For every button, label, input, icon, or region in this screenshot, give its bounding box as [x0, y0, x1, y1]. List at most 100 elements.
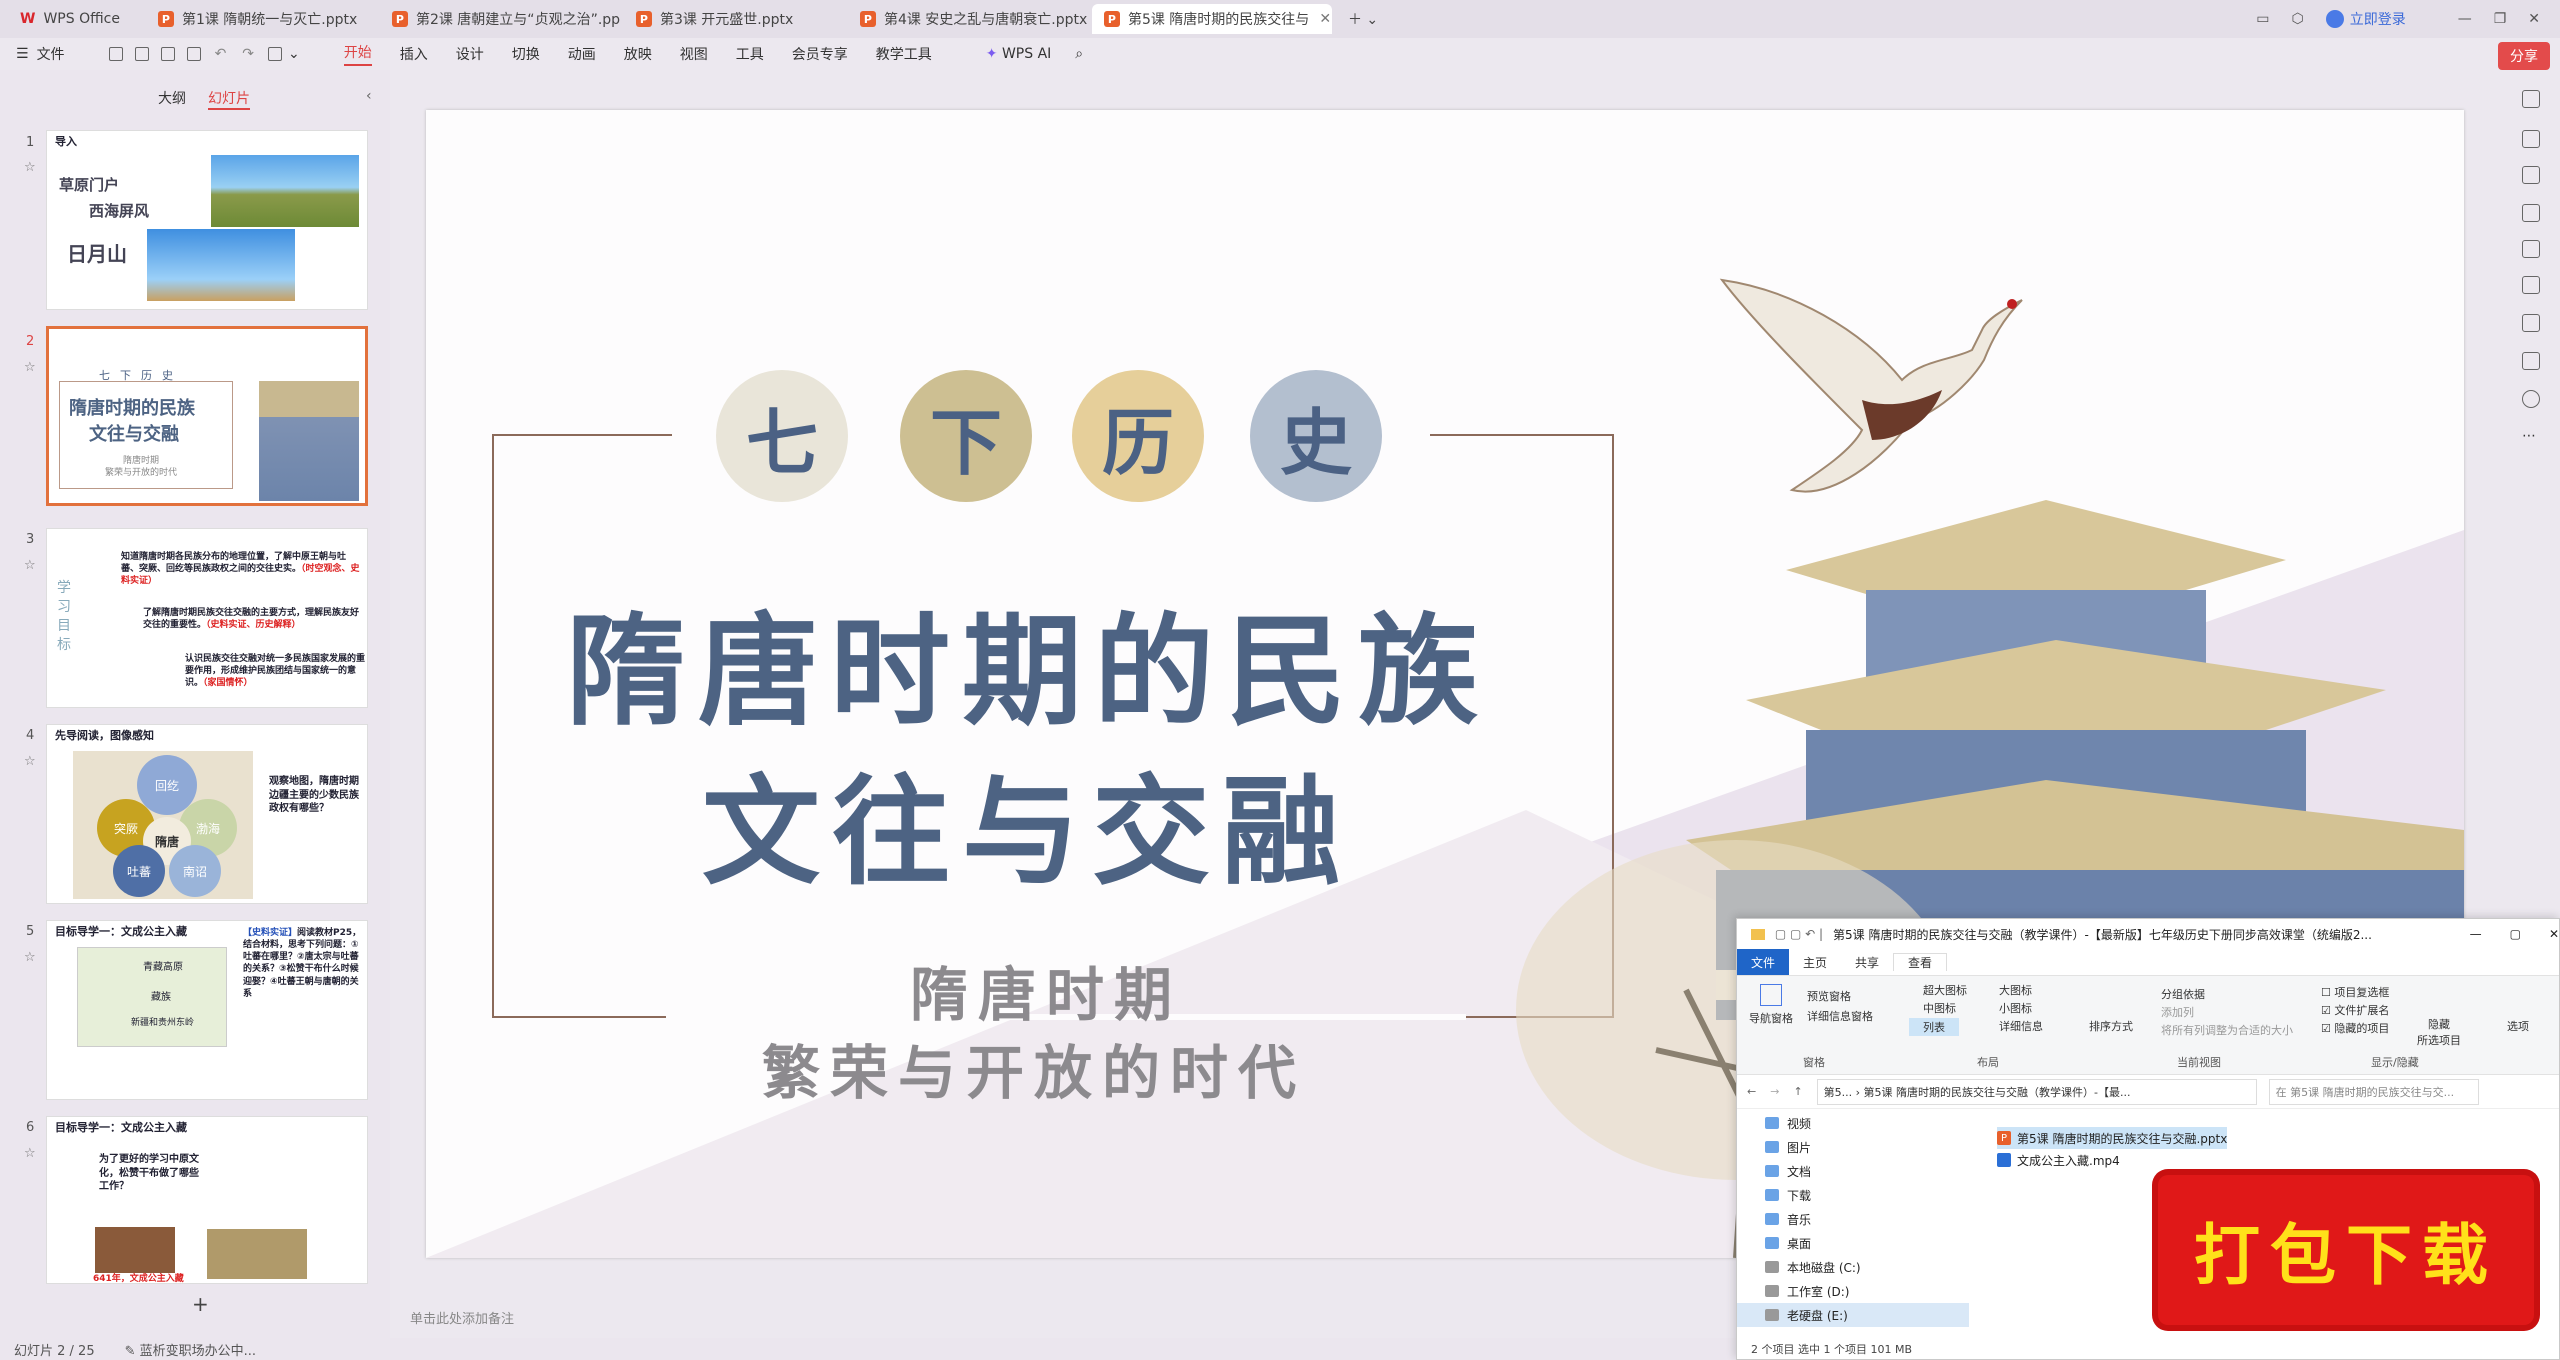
helper-status[interactable]: ✎ 蓝析变职场办公中...	[125, 1340, 256, 1359]
minimize-icon[interactable]: —	[2458, 11, 2472, 27]
minimize-icon[interactable]: —	[2470, 927, 2482, 941]
close-window-icon[interactable]: ✕	[2549, 927, 2559, 941]
tree-item-drive-d[interactable]: 工作室 (D:)	[1737, 1279, 1969, 1303]
tab-lesson-4[interactable]: P 第4课 安史之乱与唐朝衰亡.pptx	[848, 4, 1088, 34]
extension-checkbox[interactable]: ☑ 文件扩展名	[2321, 1002, 2389, 1018]
add-slide-button[interactable]: +	[192, 1292, 209, 1316]
maximize-icon[interactable]: ❐	[2494, 11, 2507, 27]
sort-button[interactable]: 排序方式	[2089, 1018, 2133, 1034]
explorer-view-menu[interactable]: 查看	[1893, 953, 1948, 971]
nav-pane-button[interactable]: 导航窗格	[1745, 984, 1797, 1026]
item-checkbox[interactable]: ☐ 项目复选框	[2321, 984, 2389, 1000]
preview-icon[interactable]	[186, 47, 201, 61]
slide-thumbnail-4[interactable]: 先导阅读，图像感知 回纥 突厥 渤海 隋唐 吐蕃 南诏 观察地图，隋唐时期边疆主…	[46, 724, 368, 904]
tree-item-pictures[interactable]: 图片	[1737, 1135, 1969, 1159]
star-icon[interactable]: ☆	[24, 558, 36, 573]
tree-item-documents[interactable]: 文档	[1737, 1159, 1969, 1183]
layout-extra-large[interactable]: 超大图标	[1923, 982, 1967, 998]
menu-transition[interactable]: 切换	[512, 44, 540, 64]
search-box[interactable]: 在 第5课 隋唐时期的民族交往与交...	[2268, 1078, 2479, 1105]
slide-thumbnail-1[interactable]: 导入 草原门户 西海屏风 日月山	[46, 130, 368, 310]
menu-teaching[interactable]: 教学工具	[876, 44, 932, 64]
tab-lesson-2[interactable]: P 第2课 唐朝建立与“贞观之治”.pptx	[380, 4, 620, 34]
share-icon[interactable]	[2522, 352, 2540, 370]
slide-thumbnail-5[interactable]: 目标导学一：文成公主入藏 青藏高原 藏族 新疆和贵州东岭 【史料实证】阅读教材P…	[46, 920, 368, 1100]
star-icon[interactable]: ☆	[24, 950, 36, 965]
share-button[interactable]: 分享	[2498, 42, 2550, 70]
format-icon[interactable]	[268, 47, 283, 61]
maximize-icon[interactable]: ▢	[2510, 927, 2521, 941]
magic-icon[interactable]	[2522, 240, 2540, 258]
tab-outline[interactable]: 大纲	[158, 88, 186, 110]
group-by-button[interactable]: 分组依据	[2161, 986, 2205, 1002]
preview-pane-button[interactable]: 预览窗格	[1807, 988, 1851, 1004]
layout-list[interactable]: 列表	[1909, 1018, 1959, 1036]
back-icon[interactable]: ←	[1747, 1085, 1756, 1098]
download-badge[interactable]: 打包下载	[2158, 1175, 2534, 1325]
tree-item-drive-c[interactable]: 本地磁盘 (C:)	[1737, 1255, 1969, 1279]
tab-lesson-5[interactable]: P 第5课 隋唐时期的民族交往与 ✕	[1091, 4, 1332, 34]
cube-icon[interactable]: ⬡	[2291, 11, 2303, 27]
menu-view[interactable]: 视图	[680, 44, 708, 64]
menu-animation[interactable]: 动画	[568, 44, 596, 64]
redo-icon[interactable]: ↷	[242, 46, 254, 62]
save-icon[interactable]	[108, 47, 123, 61]
explorer-share-menu[interactable]: 共享	[1841, 954, 1893, 971]
menu-member[interactable]: 会员专享	[792, 44, 848, 64]
up-icon[interactable]: ↑	[1793, 1085, 1802, 1098]
menu-insert[interactable]: 插入	[400, 44, 428, 64]
close-icon[interactable]: ✕	[1319, 11, 1331, 27]
add-column-button[interactable]: 添加列	[2161, 1004, 2194, 1020]
layout-large[interactable]: 大图标	[1999, 982, 2032, 998]
star-icon[interactable]: ☆	[24, 160, 36, 175]
login-button[interactable]: 立即登录	[2325, 9, 2406, 29]
layout-details[interactable]: 详细信息	[1999, 1018, 2043, 1034]
details-pane-button[interactable]: 详细信息窗格	[1807, 1008, 1873, 1024]
quick-access-icons[interactable]: ▢ ▢ ↶ |	[1775, 927, 1823, 941]
star-icon[interactable]: ☆	[24, 1146, 36, 1161]
close-window-icon[interactable]: ✕	[2528, 11, 2540, 27]
slide-thumbnail-3[interactable]: 学习目标 知道隋唐时期各民族分布的地理位置，了解中原王朝与吐蕃、突厥、回纥等民族…	[46, 528, 368, 708]
layout-small[interactable]: 小图标	[1999, 1000, 2032, 1016]
slide-thumbnail-6[interactable]: 目标导学一：文成公主入藏 为了更好的学习中原文化，松赞干布做了哪些工作？ 641…	[46, 1116, 368, 1284]
address-bar[interactable]: 第5... › 第5课 隋唐时期的民族交往与交融（教学课件）-【最...	[1816, 1078, 2257, 1105]
file-item[interactable]: 文成公主入藏.mp4	[1997, 1149, 2227, 1171]
file-menu[interactable]: 文件	[37, 44, 65, 64]
menu-slideshow[interactable]: 放映	[624, 44, 652, 64]
tree-item-videos[interactable]: 视频	[1737, 1111, 1969, 1135]
new-tab-button[interactable]: ＋ ⌄	[1336, 4, 1390, 34]
menu-tools[interactable]: 工具	[736, 44, 764, 64]
file-item[interactable]: P 第5课 隋唐时期的民族交往与交融.pptx	[1997, 1127, 2228, 1149]
tree-item-desktop[interactable]: 桌面	[1737, 1231, 1969, 1255]
tab-lesson-3[interactable]: P 第3课 开元盛世.pptx	[624, 4, 844, 34]
layout-icon[interactable]: ▭	[2256, 11, 2269, 27]
export-icon[interactable]	[134, 47, 149, 61]
help-icon[interactable]	[2522, 390, 2540, 408]
fit-columns-button[interactable]: 将所有列调整为合适的大小	[2161, 1022, 2293, 1038]
copy-icon[interactable]	[2522, 204, 2540, 222]
tree-item-drive-e[interactable]: 老硬盘 (E:)	[1737, 1303, 1969, 1327]
collapse-panel-icon[interactable]: ‹	[366, 88, 372, 104]
menu-design[interactable]: 设计	[456, 44, 484, 64]
more-icon[interactable]: ⋯	[2522, 428, 2536, 444]
star-icon[interactable]: ☆	[24, 360, 36, 375]
book-icon[interactable]	[2522, 314, 2540, 332]
explorer-file-menu[interactable]: 文件	[1737, 948, 1790, 976]
menu-icon[interactable]: ☰	[16, 46, 29, 62]
layout-medium[interactable]: 中图标	[1923, 1000, 1956, 1016]
tree-item-downloads[interactable]: 下载	[1737, 1183, 1969, 1207]
notes-placeholder[interactable]: 单击此处添加备注	[410, 1308, 514, 1327]
chevron-down-icon[interactable]: ⌄	[288, 46, 300, 62]
forward-icon[interactable]: →	[1770, 1085, 1779, 1098]
search-icon[interactable]: ⌕	[1075, 46, 1083, 62]
star-icon[interactable]	[2522, 166, 2540, 184]
menu-home[interactable]: 开始	[343, 42, 372, 66]
tools-icon[interactable]	[2522, 276, 2540, 294]
hide-selected-button[interactable]: 隐藏 所选项目	[2417, 1016, 2461, 1048]
hidden-items-checkbox[interactable]: ☑ 隐藏的项目	[2321, 1020, 2389, 1036]
tree-item-music[interactable]: 音乐	[1737, 1207, 1969, 1231]
tab-lesson-1[interactable]: P 第1课 隋朝统一与灭亡.pptx	[146, 4, 376, 34]
slide-thumbnail-2[interactable]: 七下历史 隋唐时期的民族 文往与交融 隋唐时期 繁荣与开放的时代	[46, 326, 368, 506]
sliders-icon[interactable]	[2522, 130, 2540, 148]
tab-wps-home[interactable]: W WPS Office	[0, 4, 132, 34]
